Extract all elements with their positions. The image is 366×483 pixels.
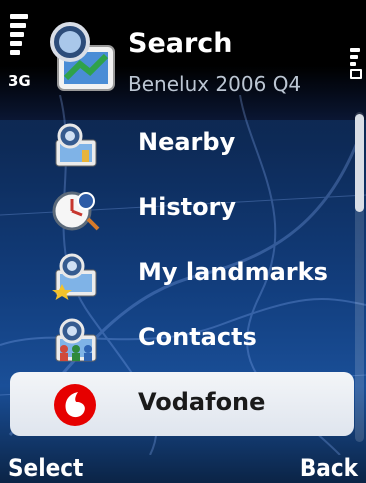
menu-item-label: Vodafone — [138, 388, 266, 416]
signal-strength-icon — [10, 14, 28, 72]
search-menu-list: Nearby History My landmarks Contacts Vod… — [0, 112, 354, 436]
page-subtitle: Benelux 2006 Q4 — [128, 72, 302, 96]
history-clock-icon — [52, 191, 100, 231]
select-softkey[interactable]: Select — [8, 454, 83, 482]
menu-item-label: Contacts — [138, 323, 257, 351]
menu-item-contacts[interactable]: Contacts — [0, 307, 354, 372]
menu-item-nearby[interactable]: Nearby — [0, 112, 354, 177]
menu-item-vodafone[interactable]: Vodafone — [10, 372, 354, 436]
menu-item-label: History — [138, 193, 237, 221]
search-app-icon — [50, 22, 115, 91]
vodafone-logo-icon — [54, 384, 96, 426]
back-softkey[interactable]: Back — [300, 454, 358, 482]
menu-item-label: Nearby — [138, 128, 236, 156]
menu-item-history[interactable]: History — [0, 177, 354, 242]
contacts-people-icon — [55, 318, 97, 362]
battery-icon — [350, 48, 362, 79]
network-type-label: 3G — [8, 72, 31, 90]
scrollbar[interactable] — [355, 112, 364, 442]
softkey-bar: Select Back — [0, 450, 366, 483]
map-pin-nearby-icon — [55, 123, 97, 167]
page-title: Search — [128, 28, 233, 59]
landmark-star-icon — [52, 253, 97, 300]
menu-item-my-landmarks[interactable]: My landmarks — [0, 242, 354, 307]
scrollbar-thumb[interactable] — [355, 114, 364, 212]
menu-item-label: My landmarks — [138, 258, 328, 286]
